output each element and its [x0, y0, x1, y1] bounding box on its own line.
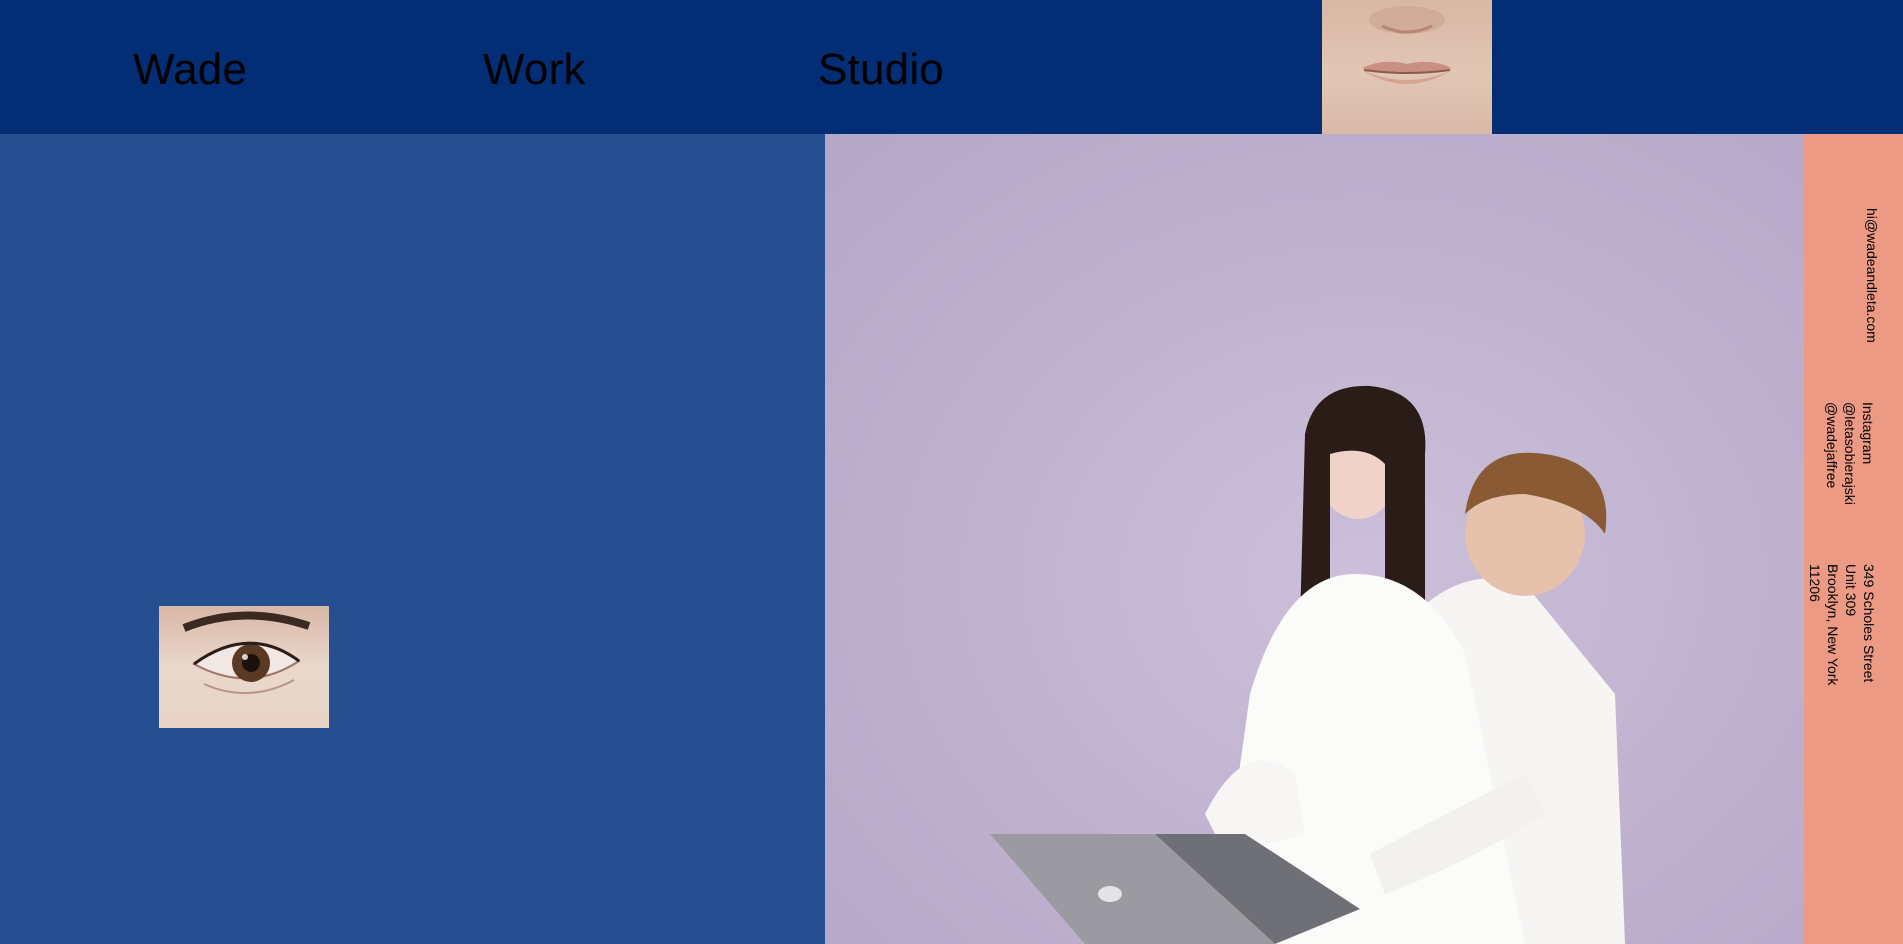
social-title: Instagram — [1860, 402, 1876, 465]
header-bar: Wade Work Studio — [0, 0, 1903, 134]
address-line: Unit 309 — [1843, 564, 1859, 617]
instagram-handle-leta[interactable]: @letasobierajski — [1841, 402, 1859, 505]
email-link[interactable]: hi@wadeandleta.com — [1863, 208, 1881, 343]
eye-closeup-image[interactable] — [159, 606, 329, 728]
address-block: 349 Scholes Street Unit 309 Brooklyn, Ne… — [1806, 564, 1878, 685]
social-block: Instagram @letasobierajski @wadejaffree — [1823, 402, 1877, 505]
contact-strip — [1804, 134, 1903, 944]
address-line: Brooklyn, New York — [1825, 564, 1841, 686]
address-line: 11206 — [1807, 564, 1823, 602]
nav-link-studio[interactable]: Studio — [818, 44, 944, 96]
nav-link-work[interactable]: Work — [483, 44, 586, 96]
instagram-handle-wade[interactable]: @wadejaffree — [1823, 402, 1841, 505]
mouth-closeup-image[interactable] — [1322, 0, 1492, 134]
nav-link-wade[interactable]: Wade — [133, 44, 247, 96]
portrait-photo-laptop — [825, 134, 1804, 944]
address-line: 349 Scholes Street — [1861, 564, 1877, 683]
left-color-panel — [0, 134, 825, 944]
